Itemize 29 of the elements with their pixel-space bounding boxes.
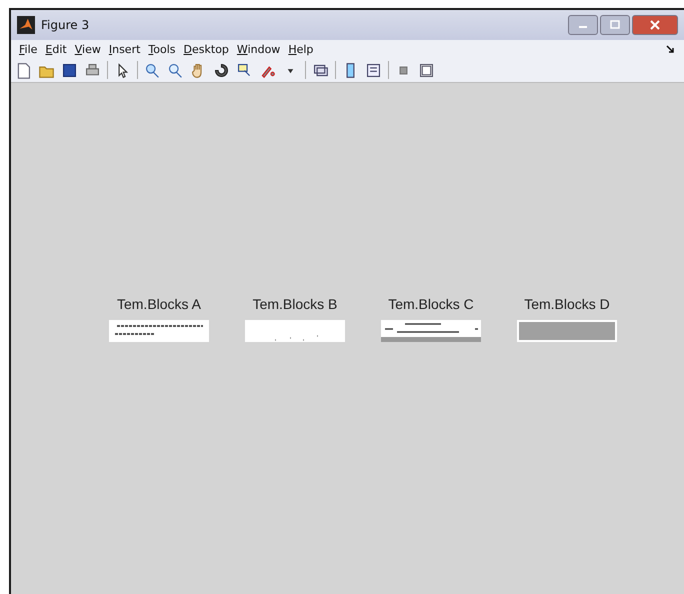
save-icon[interactable]	[61, 62, 78, 78]
logo-icon	[17, 16, 35, 34]
menu-item[interactable]: Window	[236, 42, 280, 56]
close-button[interactable]	[632, 15, 678, 35]
block-title: Tem.Blocks C	[388, 296, 474, 312]
rotate-icon[interactable]	[213, 62, 230, 78]
minimize-button[interactable]	[568, 15, 598, 35]
menu-item[interactable]: Desktop	[184, 42, 229, 56]
legend-icon[interactable]	[365, 62, 382, 78]
menu-item[interactable]: Help	[288, 42, 314, 56]
menu-item[interactable]: Edit	[45, 42, 67, 56]
zoom-in-icon[interactable]	[144, 62, 161, 78]
menu-item[interactable]: Tools	[148, 42, 176, 56]
maximize-button[interactable]	[600, 15, 630, 35]
menu-item[interactable]: File	[19, 42, 38, 56]
panel-window-icon[interactable]	[418, 62, 435, 78]
zoom-out-icon[interactable]	[167, 62, 184, 78]
maximize-icon	[609, 20, 621, 30]
block-title: Tem.Blocks A	[116, 296, 202, 312]
block-title: Tem.Blocks B	[252, 296, 338, 312]
new-file-icon[interactable]	[15, 62, 32, 78]
window-title: Figure 3	[41, 18, 90, 32]
menu-item[interactable]: View	[74, 42, 101, 56]
block-title: Tem.Blocks D	[524, 296, 610, 312]
data-cursor-icon[interactable]	[236, 62, 253, 78]
printer-icon[interactable]	[84, 62, 101, 78]
close-icon	[649, 20, 661, 30]
menu-item[interactable]: Insert	[108, 42, 140, 56]
dock-arrow-icon[interactable]	[666, 45, 674, 53]
